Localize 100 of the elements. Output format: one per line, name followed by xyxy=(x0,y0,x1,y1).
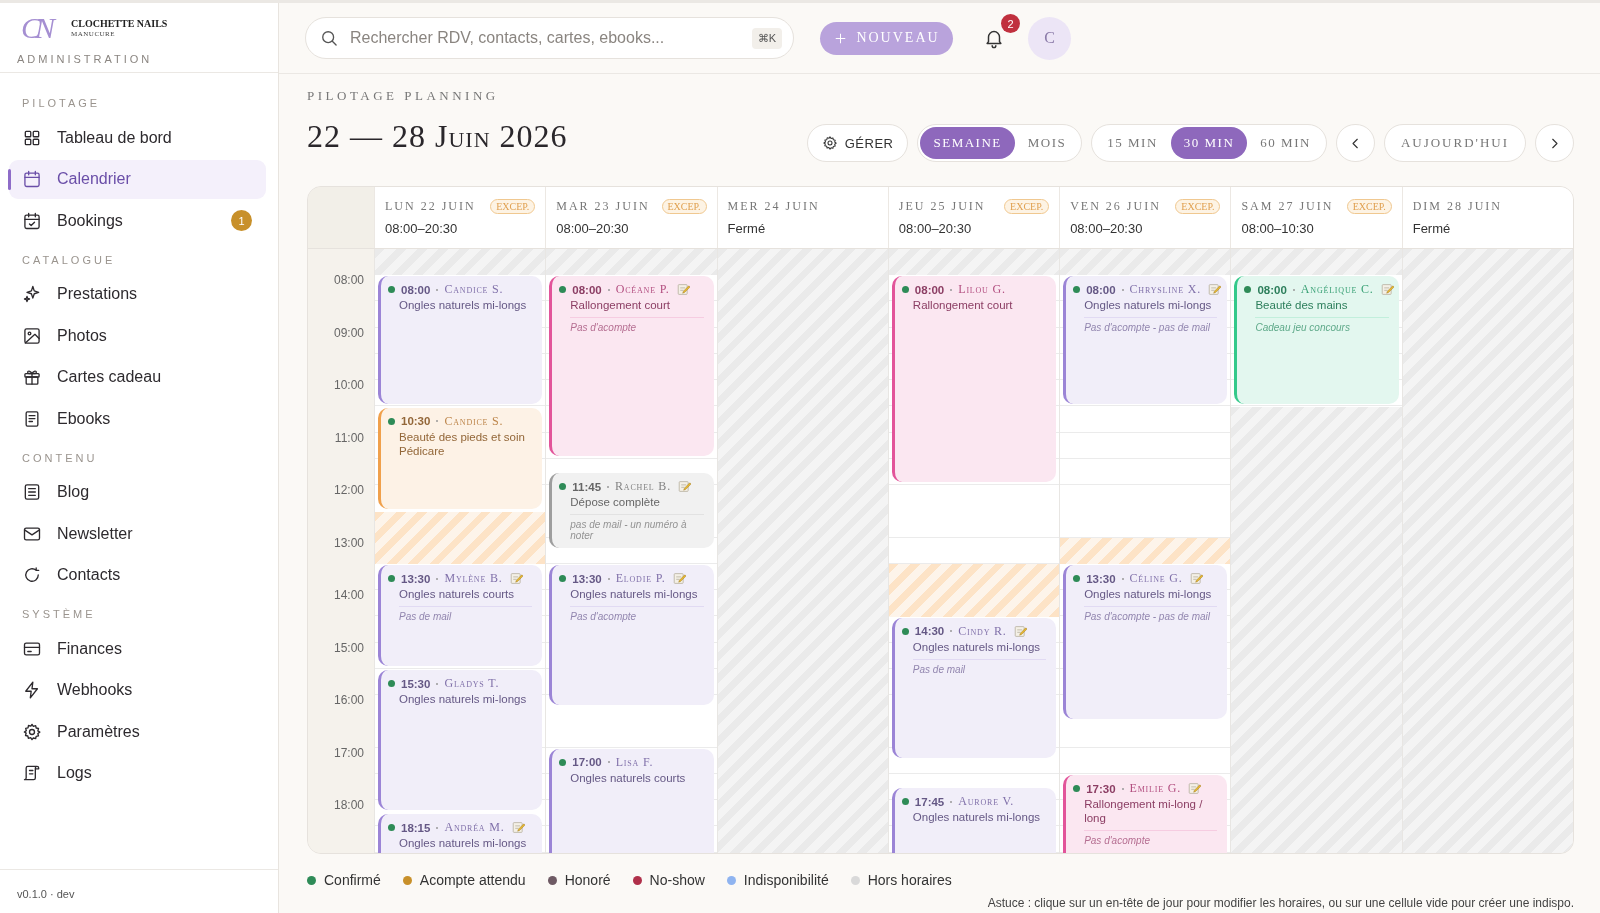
search-icon xyxy=(319,28,339,48)
service-name: Ongles naturels mi-longs xyxy=(399,692,528,706)
section-title: CONTENU xyxy=(21,450,98,466)
appointment-note: Pas d'acompte xyxy=(570,611,638,622)
status-dot xyxy=(559,758,567,766)
appointment-card[interactable]: 13:30 Céline G. Ongles naturels mi-longs Pas d'acompte - pas de mail xyxy=(1063,565,1228,719)
interval-tab[interactable]: 15 MIN xyxy=(1094,127,1171,159)
exception-badge: EXCEP. xyxy=(1004,199,1050,214)
appointment-card[interactable]: 11:45 Rachel B. Dépose complète pas de mail - un numéro à noter xyxy=(549,473,714,548)
sidebar-item[interactable]: Ebooks xyxy=(9,399,266,438)
exception-badge: EXCEP. xyxy=(661,199,707,214)
appointment-card[interactable]: 13:30 Mylène B. Ongles naturels courts Pas de mail xyxy=(378,565,543,666)
service-name: Ongles naturels mi-longs xyxy=(399,836,528,851)
sidebar-item[interactable]: Photos xyxy=(9,316,266,355)
day-header[interactable]: MAR 23 JUIN EXCEP. 08:00–20:30 xyxy=(545,187,717,248)
time-label: 08:00 xyxy=(333,273,364,287)
client-name: Rachel B. xyxy=(615,479,671,495)
day-name: VEN 26 JUIN xyxy=(1070,199,1161,214)
next-button[interactable] xyxy=(1535,124,1574,162)
appointment-note: Pas de mail xyxy=(912,663,967,675)
day-header[interactable]: VEN 26 JUIN EXCEP. 08:00–20:30 xyxy=(1059,187,1231,248)
sidebar-item[interactable]: Prestations xyxy=(9,274,266,314)
day-hours: 08:00–10:30 xyxy=(1241,221,1315,236)
sidebar-item[interactable]: Paramètres xyxy=(9,712,266,751)
legend-label: No-show xyxy=(649,872,705,888)
view-tab[interactable]: SEMAINE xyxy=(920,127,1015,159)
appointment-note: pas de mail - un numéro à noter xyxy=(570,519,688,542)
day-header[interactable]: LUN 22 JUIN EXCEP. 08:00–20:30 xyxy=(374,187,546,248)
previous-button[interactable] xyxy=(1335,124,1375,162)
version-label: v0.1.0 · dev xyxy=(17,888,75,900)
service-name: Ongles naturels courts xyxy=(399,587,516,601)
appointment-time: 08:00 xyxy=(914,283,945,296)
day-header[interactable]: DIM 28 JUIN Fermé xyxy=(1401,187,1573,248)
legend-label: Hors horaires xyxy=(867,872,952,888)
status-dot xyxy=(388,824,395,832)
appointment-time: 10:30 xyxy=(401,415,431,427)
calendar-icon xyxy=(22,169,42,189)
sidebar-item[interactable]: Calendrier xyxy=(9,159,266,199)
sidebar-item[interactable]: Cartes cadeau xyxy=(9,357,266,397)
appointment-card[interactable]: 08:00 Chrysline X. Ongles naturels mi-longs Pas d'acompte - pas de mail xyxy=(1063,276,1228,404)
sidebar-item[interactable]: Newsletter xyxy=(9,514,266,553)
circle-arrow-icon xyxy=(22,565,42,585)
appointment-card[interactable]: 17:45 Aurore V. Ongles naturels mi-longs xyxy=(891,788,1057,853)
status-dot xyxy=(1073,286,1081,294)
time-label: 11:00 xyxy=(334,430,364,445)
time-label: 09:00 xyxy=(333,325,364,340)
appointment-card[interactable]: 08:00 Angélique C. Beauté des mains Cadeau jeu concours xyxy=(1234,276,1399,404)
time-label: 14:00 xyxy=(333,588,364,602)
manage-button[interactable]: GÉRER xyxy=(806,124,909,162)
sidebar-item[interactable]: Tableau de bord xyxy=(9,118,266,157)
client-name: Lilou G. xyxy=(958,282,1006,298)
service-name: Ongles naturels mi-longs xyxy=(1084,587,1213,601)
sparkle-icon xyxy=(22,284,42,304)
appointment-card[interactable]: 14:30 Cindy R. Ongles naturels mi-longs Pas de mail xyxy=(891,617,1057,758)
client-name: Candice S. xyxy=(444,282,504,298)
day-header[interactable]: JEU 25 JUIN EXCEP. 08:00–20:30 xyxy=(887,187,1060,248)
memo-icon xyxy=(676,283,690,297)
memo-icon xyxy=(511,821,525,835)
day-name: MAR 23 JUIN xyxy=(556,199,650,214)
appointment-card[interactable]: 08:00 Océane P. Rallongement court Pas d'acompte xyxy=(549,276,714,456)
day-name: MER 24 JUIN xyxy=(727,199,820,214)
appointment-time: 18:15 xyxy=(401,821,431,834)
day-header[interactable]: SAM 27 JUIN EXCEP. 08:00–10:30 xyxy=(1230,187,1402,248)
appointment-card[interactable]: 08:00 Lilou G. Rallongement court xyxy=(891,276,1057,483)
service-name: Ongles naturels courts xyxy=(570,770,687,785)
calendar-check-icon xyxy=(22,210,42,231)
appointment-card[interactable]: 17:30 Emilie G. Rallongement mi-long / long Pas d'acompte xyxy=(1063,775,1228,853)
appointment-card[interactable]: 10:30 Candice S. Beauté des pieds et soin Pédicare xyxy=(378,407,543,509)
service-name: Beauté des pieds et soin Pédicare xyxy=(399,429,526,458)
appointment-card[interactable]: 17:00 Lisa F. Ongles naturels courts xyxy=(549,748,714,853)
status-dot xyxy=(388,680,395,687)
status-dot xyxy=(559,483,567,491)
sidebar-item[interactable]: Blog xyxy=(9,472,266,512)
appointment-card[interactable]: 15:30 Gladys T. Ongles naturels mi-longs xyxy=(378,670,543,811)
memo-icon xyxy=(677,480,691,494)
view-tab[interactable]: MOIS xyxy=(1014,127,1080,159)
appointment-card[interactable]: 13:30 Elodie P. Ongles naturels mi-longs Pas d'acompte xyxy=(549,565,714,706)
memo-icon xyxy=(1380,283,1394,297)
appointment-card[interactable]: 18:15 Andréa M. Ongles naturels mi-longs xyxy=(378,814,543,853)
status-dot xyxy=(559,575,567,582)
status-dot xyxy=(901,798,909,806)
logo-monogram: CN xyxy=(21,10,53,46)
memo-icon xyxy=(672,572,686,585)
sidebar-item[interactable]: Logs xyxy=(9,753,266,793)
sidebar-item[interactable]: Bookings 1 xyxy=(9,201,266,240)
time-label: 18:00 xyxy=(333,798,364,812)
sidebar-item[interactable]: Webhooks xyxy=(9,670,266,710)
today-button[interactable]: AUJOURD'HUI xyxy=(1383,124,1526,162)
sidebar-item[interactable]: Contacts xyxy=(9,555,266,595)
appointment-time: 13:30 xyxy=(1086,572,1116,585)
status-dot xyxy=(388,417,395,425)
interval-tab[interactable]: 60 MIN xyxy=(1247,127,1324,159)
avatar[interactable]: C xyxy=(1028,16,1071,60)
interval-tab[interactable]: 30 MIN xyxy=(1170,127,1248,159)
sidebar-item[interactable]: Finances xyxy=(9,629,266,668)
appointment-time: 08:00 xyxy=(572,283,602,296)
appointment-card[interactable]: 08:00 Candice S. Ongles naturels mi-longs xyxy=(378,276,543,404)
appointment-time: 13:30 xyxy=(401,572,431,585)
time-label: 15:00 xyxy=(333,640,364,655)
day-header[interactable]: MER 24 JUIN Fermé xyxy=(716,187,888,248)
